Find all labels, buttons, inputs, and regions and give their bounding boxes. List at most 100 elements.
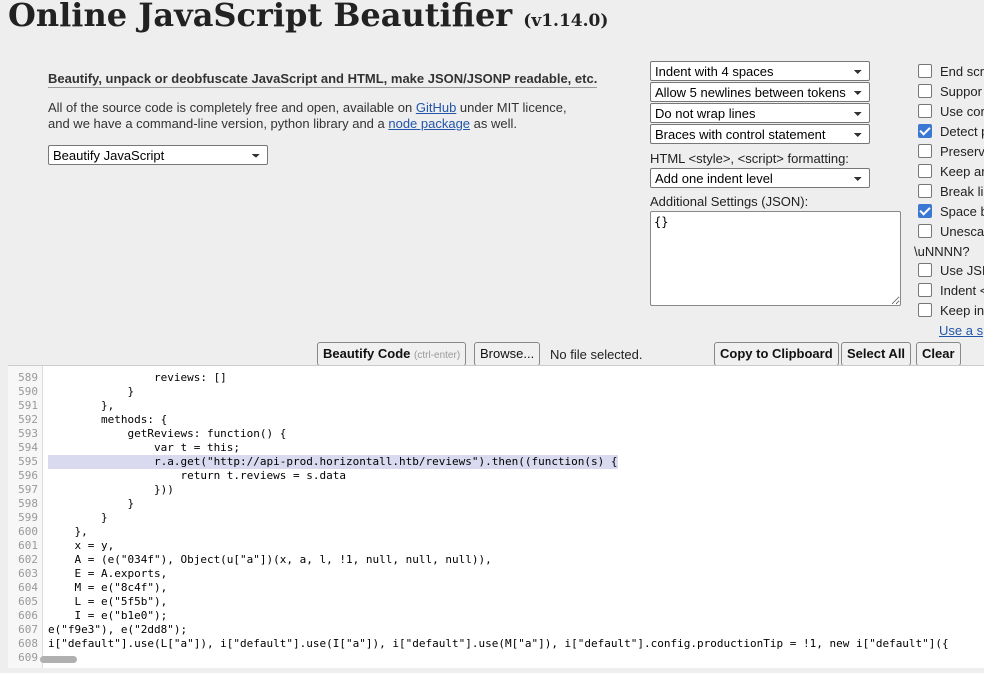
wrap-select[interactable]: Do not wrap lines xyxy=(650,103,870,123)
version-label: (v1.14.0) xyxy=(523,11,609,31)
checkbox-label: Keep in xyxy=(940,303,984,318)
line-number: 597 xyxy=(18,483,38,496)
line-number: 598 xyxy=(18,497,38,510)
checkbox-label: Space b xyxy=(940,204,984,219)
node-package-link[interactable]: node package xyxy=(388,116,470,131)
code-text: }, xyxy=(48,399,115,412)
checkbox[interactable] xyxy=(918,84,932,98)
option-checkbox-row[interactable]: Unesca xyxy=(918,224,984,239)
option-checkbox-row[interactable]: Suppor xyxy=(918,84,982,99)
option-checkbox-row[interactable]: Preserv xyxy=(918,144,984,159)
line-number: 590 xyxy=(18,385,38,398)
about-line2-suffix: as well. xyxy=(470,116,518,131)
line-number: 599 xyxy=(18,511,38,524)
checkbox-label: Use JSI xyxy=(940,263,984,278)
code-text: }, xyxy=(48,525,88,538)
code-text: I = e("b1e0"); xyxy=(48,609,168,622)
html-formatting-label: HTML <style>, <script> formatting: xyxy=(650,151,849,166)
line-number: 604 xyxy=(18,581,38,594)
page-title: Online JavaScript Beautifier (v1.14.0) xyxy=(8,0,608,34)
code-text: A = (e("034f"), Object(u["a"])(x, a, l, … xyxy=(48,553,492,566)
code-text: } xyxy=(48,385,135,398)
about-line1-suffix: under MIT licence, xyxy=(456,100,567,115)
line-number: 593 xyxy=(18,427,38,440)
code-text: methods: { xyxy=(48,413,168,426)
no-file-label: No file selected. xyxy=(550,347,643,362)
checkbox-label: Unesca xyxy=(940,224,984,239)
code-text: L = e("5f5b"), xyxy=(48,595,168,608)
select-all-button[interactable]: Select All xyxy=(841,342,912,366)
checkbox-label: Preserv xyxy=(940,144,984,159)
horizontal-scrollbar[interactable] xyxy=(40,656,77,663)
option-checkbox-row[interactable]: Keep in xyxy=(918,303,984,318)
line-number: 600 xyxy=(18,525,38,538)
code-text: r.a.get("http://api-prod.horizontall.htb… xyxy=(48,455,618,469)
github-link[interactable]: GitHub xyxy=(416,100,456,115)
option-checkbox-row[interactable]: Indent < xyxy=(918,283,984,298)
line-number: 603 xyxy=(18,567,38,580)
newlines-select[interactable]: Allow 5 newlines between tokens xyxy=(650,82,870,102)
line-number: 589 xyxy=(18,371,38,384)
tagline: Beautify, unpack or deobfuscate JavaScri… xyxy=(48,71,598,88)
line-number: 601 xyxy=(18,539,38,552)
checkbox[interactable] xyxy=(918,224,932,238)
line-number: 591 xyxy=(18,399,38,412)
checkbox-label: Indent < xyxy=(940,283,984,298)
code-editor[interactable]: 589 reviews: [] 590 } 591 }, 592 methods: {… xyxy=(8,365,984,668)
unescape-label-tail: \uNNNN? xyxy=(914,244,970,259)
option-checkbox-row[interactable]: End scr xyxy=(918,64,984,79)
checkbox[interactable] xyxy=(918,184,932,198)
option-checkbox-row[interactable]: Detect p xyxy=(918,124,984,139)
line-number: 606 xyxy=(18,609,38,622)
checkbox-label: Detect p xyxy=(940,124,984,139)
braces-select[interactable]: Braces with control statement xyxy=(650,124,870,144)
additional-settings-input[interactable]: {} xyxy=(650,211,901,306)
line-number: 595 xyxy=(18,455,38,468)
checkbox[interactable] xyxy=(918,104,932,118)
checkbox[interactable] xyxy=(918,144,932,158)
checkbox[interactable] xyxy=(918,263,932,277)
beautify-shortcut-hint: (ctrl-enter) xyxy=(414,350,461,361)
line-number: 605 xyxy=(18,595,38,608)
code-text: E = A.exports, xyxy=(48,567,168,580)
option-checkbox-row[interactable]: Space b xyxy=(918,204,984,219)
line-number: 607 xyxy=(18,623,38,636)
checkbox[interactable] xyxy=(918,64,932,78)
copy-button[interactable]: Copy to Clipboard xyxy=(714,342,839,366)
option-checkbox-row[interactable]: Use cor xyxy=(918,104,984,119)
checkbox[interactable] xyxy=(918,124,932,138)
checkbox[interactable] xyxy=(918,204,932,218)
option-checkbox-row[interactable]: Break li xyxy=(918,184,983,199)
option-checkbox-row[interactable]: Keep ar xyxy=(918,164,984,179)
additional-settings-label: Additional Settings (JSON): xyxy=(650,194,809,209)
code-text: i["default"].use(L["a"]), i["default"].u… xyxy=(48,637,949,650)
checkbox[interactable] xyxy=(918,164,932,178)
code-text: getReviews: function() { xyxy=(48,427,287,440)
line-number: 608 xyxy=(18,637,38,650)
checkbox[interactable] xyxy=(918,303,932,317)
code-text: M = e("8c4f"), xyxy=(48,581,168,594)
line-number: 592 xyxy=(18,413,38,426)
code-text: reviews: [] xyxy=(48,371,227,384)
clear-button[interactable]: Clear xyxy=(916,342,961,366)
line-number: 596 xyxy=(18,469,38,482)
line-number: 602 xyxy=(18,553,38,566)
html-indent-select[interactable]: Add one indent level xyxy=(650,168,870,188)
code-text: var t = this; xyxy=(48,441,241,454)
about-line2-prefix: and we have a command-line version, pyth… xyxy=(48,116,389,131)
code-text: return t.reviews = s.data xyxy=(48,469,347,482)
use-link[interactable]: Use a s xyxy=(939,323,983,338)
option-checkbox-row[interactable]: Use JSI xyxy=(918,263,984,278)
mode-select[interactable]: Beautify JavaScript xyxy=(48,145,268,165)
browse-button[interactable]: Browse... xyxy=(474,342,541,366)
indent-select[interactable]: Indent with 4 spaces xyxy=(650,61,870,81)
code-text: })) xyxy=(48,483,174,496)
title-text: Online JavaScript Beautifier xyxy=(8,0,513,34)
code-text: x = y, xyxy=(48,539,115,552)
beautify-label: Beautify Code xyxy=(323,346,411,361)
beautify-button[interactable]: Beautify Code (ctrl-enter) xyxy=(317,342,467,366)
checkbox[interactable] xyxy=(918,283,932,297)
checkbox-label: Suppor xyxy=(940,84,982,99)
checkbox-label: Keep ar xyxy=(940,164,984,179)
about-line1-prefix: All of the source code is completely fre… xyxy=(48,100,416,115)
